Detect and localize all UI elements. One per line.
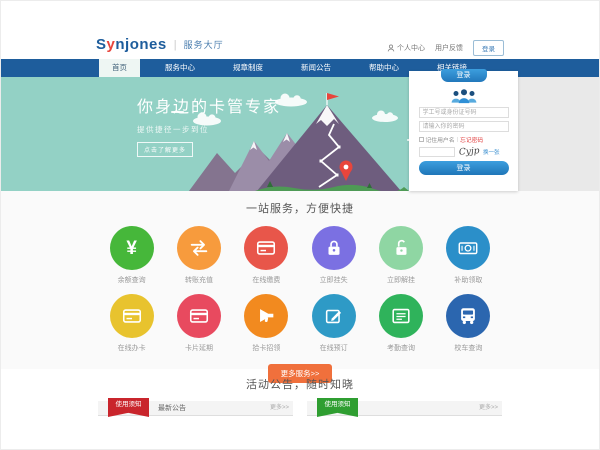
service-item-3[interactable]: 立即挂失 xyxy=(300,226,367,285)
card-icon xyxy=(244,226,288,270)
hero-title: 你身边的卡管专家 xyxy=(137,93,281,117)
nav-item-4[interactable]: 帮助中心 xyxy=(356,59,412,77)
services-title: 一站服务，方便快捷 xyxy=(1,191,599,216)
service-item-4[interactable]: 立即解挂 xyxy=(367,226,434,285)
list-icon xyxy=(379,294,423,338)
user-feedback-label: 用户反馈 xyxy=(435,43,463,53)
banknote-icon xyxy=(446,226,490,270)
header-links: 个人中心 用户反馈 登录 xyxy=(387,40,504,56)
captcha-image[interactable]: Cyjp xyxy=(458,146,479,157)
banner-right-gray xyxy=(516,77,599,191)
service-item-10[interactable]: 考勤查询 xyxy=(367,294,434,353)
page: Synjones | 服务大厅 个人中心 用户反馈 登录 首页服务中心规章制度新… xyxy=(0,0,600,450)
card-icon xyxy=(110,294,154,338)
hero-text: 你身边的卡管专家 提供捷径一步到位 点击了解更多 xyxy=(137,93,281,157)
service-label: 考勤查询 xyxy=(367,343,434,353)
more-link[interactable]: 更多>> xyxy=(479,401,498,416)
service-item-6[interactable]: 在线办卡 xyxy=(98,294,165,353)
hero-subtitle: 提供捷径一步到位 xyxy=(137,124,281,135)
service-item-7[interactable]: 卡片延期 xyxy=(165,294,232,353)
service-item-8[interactable]: 拾卡招领 xyxy=(233,294,300,353)
announcements-title: 活动公告，随时知晓 xyxy=(1,369,599,392)
service-label: 在线预订 xyxy=(300,343,367,353)
header-login-button[interactable]: 登录 xyxy=(473,40,504,56)
service-grid: ¥ 余额查询转账充值在线缴费立即挂失立即解挂补助领取在线办卡卡片延期拾卡招领在线预… xyxy=(98,226,502,353)
nav-item-1[interactable]: 服务中心 xyxy=(152,59,208,77)
service-label: 立即挂失 xyxy=(300,275,367,285)
service-label: 卡片延期 xyxy=(165,343,232,353)
pipe-divider: | xyxy=(457,137,459,143)
service-label: 在线缴费 xyxy=(233,275,300,285)
captcha-row: Cyjp 换一张 xyxy=(419,147,509,157)
person-icon xyxy=(387,44,395,52)
login-panel: 登录 记住用户名 | 忘记密码 Cyjp 换一张 登录 xyxy=(409,71,518,191)
hero-banner: 你身边的卡管专家 提供捷径一步到位 点击了解更多 登录 记住用户名 | 忘记密码 xyxy=(1,77,599,191)
panel-tab[interactable]: 最新公告 xyxy=(158,401,186,416)
edit-icon xyxy=(312,294,356,338)
ribbon-tab[interactable]: 使用须知 xyxy=(108,398,149,417)
yuan-icon: ¥ xyxy=(110,226,154,270)
panel-header: 使用须知最新公告 更多>> xyxy=(98,401,293,416)
users-icon xyxy=(448,88,480,104)
logo[interactable]: Synjones | 服务大厅 xyxy=(96,36,224,53)
user-feedback-link[interactable]: 用户反馈 xyxy=(435,43,463,53)
service-label: 校车查询 xyxy=(435,343,502,353)
announcement-panel-0: 使用须知最新公告 更多>> xyxy=(98,401,293,416)
panel-header: 使用须知 更多>> xyxy=(307,401,502,416)
megaphone-icon xyxy=(244,294,288,338)
bus-icon xyxy=(446,294,490,338)
site-name: 服务大厅 xyxy=(184,38,224,51)
nav-item-2[interactable]: 规章制度 xyxy=(220,59,276,77)
announcement-panel-1: 使用须知 更多>> xyxy=(307,401,502,416)
captcha-input[interactable] xyxy=(419,147,455,157)
more-link[interactable]: 更多>> xyxy=(270,401,289,416)
remember-row: 记住用户名 | 忘记密码 xyxy=(419,135,509,144)
service-item-5[interactable]: 补助领取 xyxy=(435,226,502,285)
service-item-11[interactable]: 校车查询 xyxy=(435,294,502,353)
nav-item-home[interactable]: 首页 xyxy=(99,59,140,77)
password-input[interactable] xyxy=(419,121,509,132)
captcha-refresh-link[interactable]: 换一张 xyxy=(483,148,500,156)
service-label: 补助领取 xyxy=(435,275,502,285)
service-label: 立即解挂 xyxy=(367,275,434,285)
personal-center-link[interactable]: 个人中心 xyxy=(387,43,425,53)
login-tab[interactable]: 登录 xyxy=(441,69,487,82)
logo-text: Synjones xyxy=(96,36,167,53)
hero-cta-button[interactable]: 点击了解更多 xyxy=(137,142,193,157)
service-item-9[interactable]: 在线预订 xyxy=(300,294,367,353)
announcements-section: 活动公告，随时知晓 使用须知最新公告更多>>使用须知更多>> xyxy=(1,369,599,416)
logo-divider: | xyxy=(174,39,177,51)
card-icon xyxy=(177,294,221,338)
remember-label: 记住用户名 xyxy=(426,135,455,144)
nav-item-3[interactable]: 新闻公告 xyxy=(288,59,344,77)
service-label: 拾卡招领 xyxy=(233,343,300,353)
service-label: 在线办卡 xyxy=(98,343,165,353)
unlock-icon xyxy=(379,226,423,270)
service-item-2[interactable]: 在线缴费 xyxy=(233,226,300,285)
lock-icon xyxy=(312,226,356,270)
forgot-password-link[interactable]: 忘记密码 xyxy=(460,135,483,144)
service-label: 余额查询 xyxy=(98,275,165,285)
service-label: 转账充值 xyxy=(165,275,232,285)
remember-checkbox[interactable] xyxy=(419,137,424,142)
services-section: 一站服务，方便快捷 ¥ 余额查询转账充值在线缴费立即挂失立即解挂补助领取在线办卡卡… xyxy=(1,191,599,369)
announcement-panels: 使用须知最新公告更多>>使用须知更多>> xyxy=(98,401,502,416)
ribbon-tab[interactable]: 使用须知 xyxy=(317,398,358,417)
top-header: Synjones | 服务大厅 个人中心 用户反馈 登录 xyxy=(1,31,599,59)
username-input[interactable] xyxy=(419,107,509,118)
flag-icon xyxy=(327,93,339,100)
login-submit-button[interactable]: 登录 xyxy=(419,161,509,175)
transfer-icon xyxy=(177,226,221,270)
service-item-0[interactable]: ¥ 余额查询 xyxy=(98,226,165,285)
personal-center-label: 个人中心 xyxy=(397,43,425,53)
service-item-1[interactable]: 转账充值 xyxy=(165,226,232,285)
